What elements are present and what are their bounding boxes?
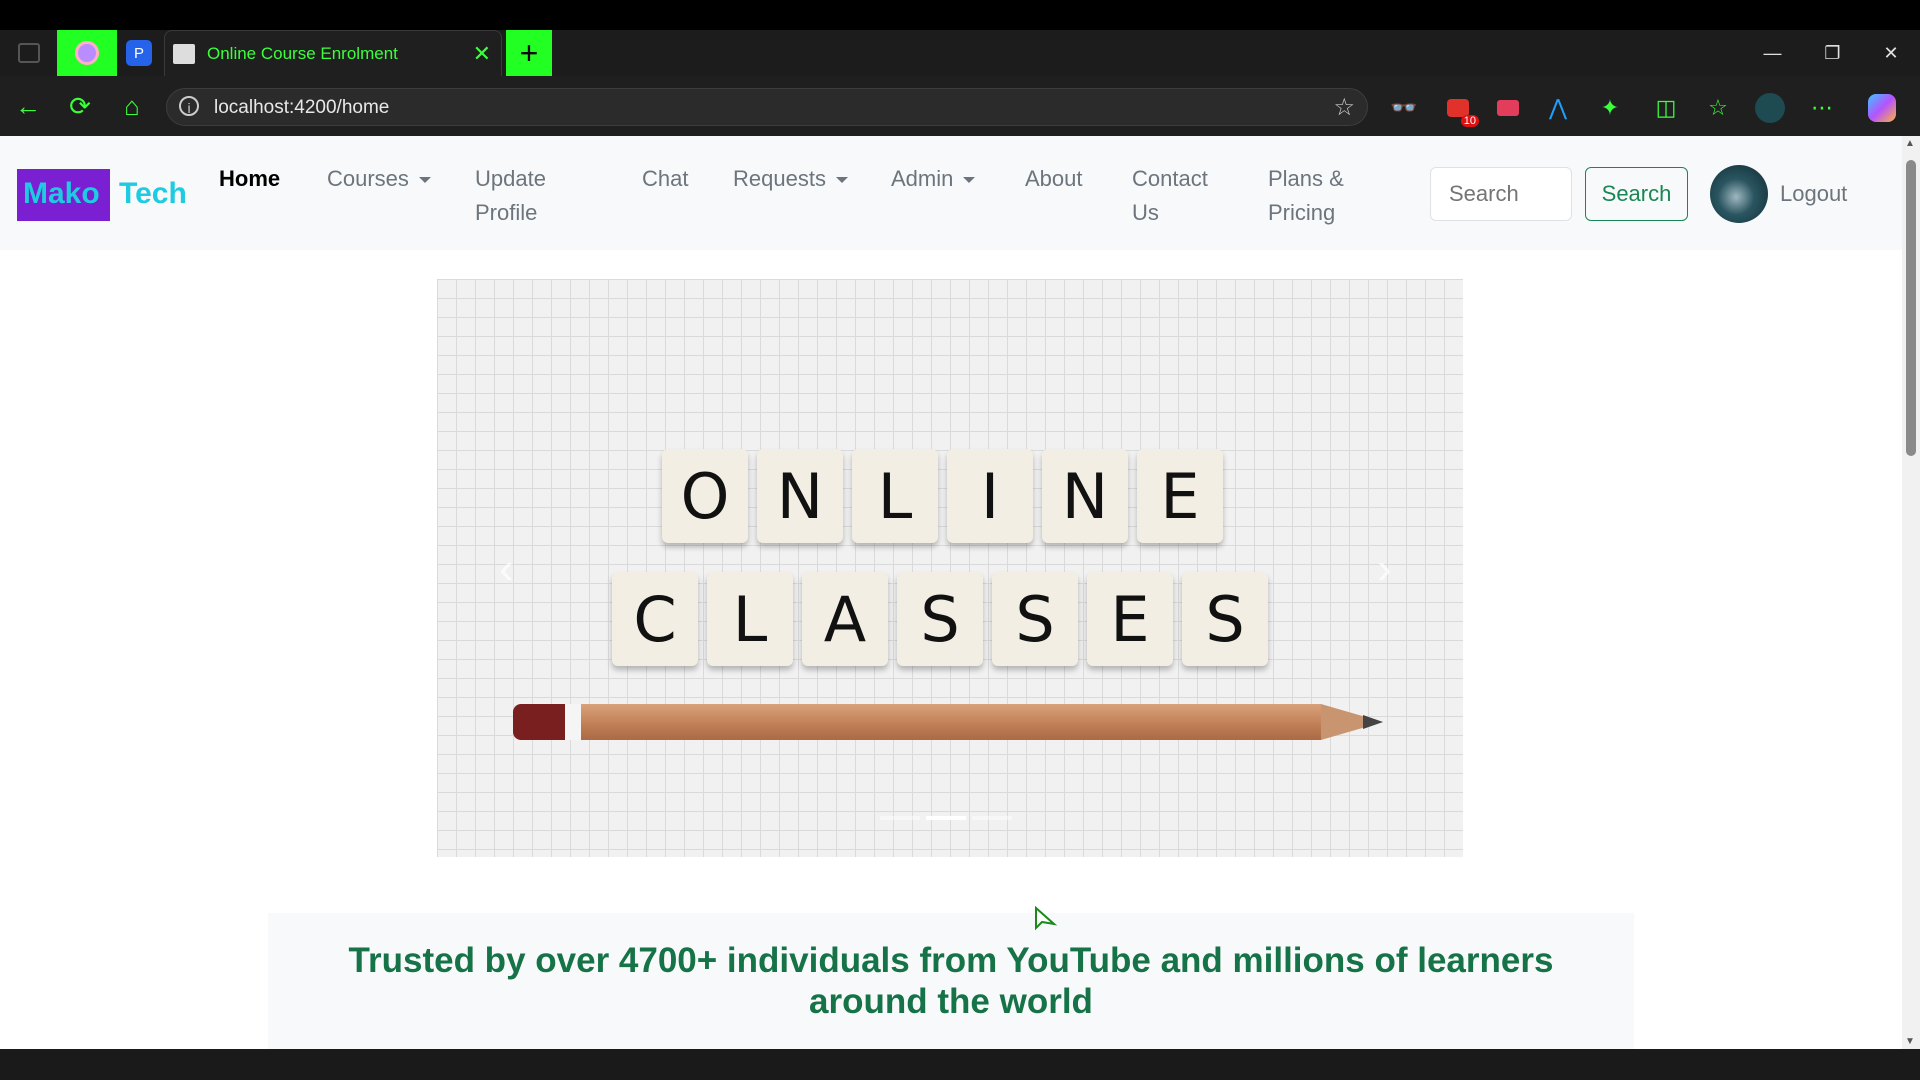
nav-plans-line1: Plans & bbox=[1268, 166, 1344, 191]
hero-carousel[interactable]: ONLINE CLASSES ‹ › bbox=[437, 279, 1463, 857]
extension-blue-icon[interactable]: ⋀ bbox=[1540, 90, 1576, 126]
tagline-text: Trusted by over 4700+ individuals from Y… bbox=[348, 941, 1554, 1021]
pencil-body bbox=[581, 704, 1321, 740]
nav-update-profile-line2: Profile bbox=[475, 200, 538, 225]
nav-requests-label: Requests bbox=[733, 166, 826, 191]
bottom-bar bbox=[0, 1049, 1920, 1080]
hero-letter-tile: A bbox=[802, 572, 888, 666]
hero-letter-tile: N bbox=[757, 449, 843, 543]
hero-letter-tile: C bbox=[612, 572, 698, 666]
logout-link[interactable]: Logout bbox=[1780, 177, 1847, 211]
nav-about[interactable]: About bbox=[1025, 162, 1083, 196]
copilot-icon[interactable] bbox=[1864, 90, 1900, 126]
hero-letter-tile: N bbox=[1042, 449, 1128, 543]
scrollbar-thumb[interactable] bbox=[1906, 160, 1916, 456]
tab-actions-icon[interactable] bbox=[14, 30, 44, 76]
close-window-icon[interactable]: ✕ bbox=[1883, 43, 1898, 64]
hero-letter-tile: L bbox=[707, 572, 793, 666]
nav-courses-label: Courses bbox=[327, 166, 409, 191]
carousel-prev-icon[interactable]: ‹ bbox=[499, 544, 514, 594]
site-favicon-icon bbox=[173, 43, 195, 64]
site-navbar: Mako Tech Home Courses Update Profile Ch… bbox=[0, 136, 1902, 250]
brand-logo-block[interactable]: Mako bbox=[17, 169, 110, 221]
browser-profile-avatar[interactable] bbox=[1752, 90, 1788, 126]
split-screen-icon[interactable]: ◫ bbox=[1648, 90, 1684, 126]
carousel-indicator[interactable] bbox=[926, 816, 966, 820]
close-tab-icon[interactable]: ✕ bbox=[473, 41, 491, 67]
home-icon: ⌂ bbox=[124, 90, 140, 121]
pencil-band bbox=[565, 704, 581, 740]
web-page: Mako Tech Home Courses Update Profile Ch… bbox=[0, 136, 1902, 1049]
favorite-star-icon[interactable]: ☆ bbox=[1333, 93, 1355, 122]
search-input[interactable] bbox=[1430, 167, 1572, 221]
nav-home[interactable]: Home bbox=[219, 162, 280, 196]
nav-requests[interactable]: Requests bbox=[733, 162, 848, 196]
hero-letter-tile: S bbox=[897, 572, 983, 666]
carousel-indicator[interactable] bbox=[972, 816, 1012, 820]
hero-letter-tile: L bbox=[852, 449, 938, 543]
restore-icon[interactable]: ❐ bbox=[1824, 43, 1840, 64]
nav-update-profile-line1: Update bbox=[475, 166, 546, 191]
nav-contact-line1: Contact bbox=[1132, 166, 1208, 191]
nav-chat[interactable]: Chat bbox=[642, 162, 688, 196]
new-tab-button[interactable]: + bbox=[506, 30, 552, 76]
reload-icon: ⟳ bbox=[69, 90, 91, 121]
user-avatar[interactable] bbox=[1710, 165, 1768, 223]
extension-count-badge: 10 bbox=[1460, 115, 1479, 127]
mouse-cursor-icon bbox=[1035, 906, 1058, 931]
hero-letter-tile: S bbox=[1182, 572, 1268, 666]
window-controls: — ❐ ✕ bbox=[1742, 30, 1920, 76]
scroll-down-icon[interactable]: ▼ bbox=[1905, 1036, 1915, 1047]
nav-admin[interactable]: Admin bbox=[891, 162, 976, 196]
hero-letter-tile: S bbox=[992, 572, 1078, 666]
reload-button[interactable]: ⟳ bbox=[60, 76, 100, 136]
nav-admin-label: Admin bbox=[891, 166, 954, 191]
scroll-up-icon[interactable]: ▲ bbox=[1905, 138, 1915, 149]
nav-contact-line2: Us bbox=[1132, 200, 1159, 225]
carousel-indicators bbox=[880, 816, 1020, 820]
minimize-icon[interactable]: — bbox=[1763, 43, 1781, 64]
back-button[interactable]: ← bbox=[8, 76, 48, 136]
courses-caret-icon bbox=[418, 177, 431, 184]
plus-icon: + bbox=[519, 34, 539, 71]
brand-right[interactable]: Tech bbox=[119, 177, 187, 211]
pencil-lead bbox=[1363, 715, 1383, 729]
nav-update-profile[interactable]: Update Profile bbox=[475, 162, 546, 230]
tagline-card: Trusted by over 4700+ individuals from Y… bbox=[268, 913, 1634, 1049]
pencil-eraser bbox=[513, 704, 565, 740]
nav-plans-line2: Pricing bbox=[1268, 200, 1336, 225]
carousel-next-icon[interactable]: › bbox=[1377, 544, 1392, 594]
more-menu-icon[interactable]: ⋯ bbox=[1804, 90, 1840, 126]
extension-badge-icon[interactable]: 10 bbox=[1440, 90, 1479, 127]
site-info-icon[interactable]: i bbox=[179, 96, 199, 116]
admin-caret-icon bbox=[963, 177, 976, 184]
tab-online-course-enrolment[interactable]: Online Course Enrolment ✕ bbox=[164, 30, 502, 76]
address-bar[interactable]: i localhost:4200/home ☆ bbox=[166, 88, 1368, 126]
hero-letter-tile: E bbox=[1137, 449, 1223, 543]
profile-tab[interactable]: P bbox=[124, 30, 154, 76]
hero-letter-tile: E bbox=[1087, 572, 1173, 666]
profile-tab-letter: P bbox=[126, 40, 152, 66]
requests-caret-icon bbox=[835, 177, 848, 184]
nav-courses[interactable]: Courses bbox=[327, 162, 431, 196]
hero-letter-tile: I bbox=[947, 449, 1033, 543]
hero-letter-tile: O bbox=[662, 449, 748, 543]
extension-red-icon[interactable] bbox=[1490, 90, 1526, 126]
brand-left: Mako bbox=[23, 177, 100, 210]
back-arrow-icon: ← bbox=[15, 90, 41, 121]
extensions-puzzle-icon[interactable]: ✦ bbox=[1592, 90, 1628, 126]
search-button[interactable]: Search bbox=[1585, 167, 1688, 221]
workspace-icon[interactable] bbox=[57, 30, 117, 76]
url-text: localhost:4200/home bbox=[214, 97, 390, 118]
extension-spy-icon[interactable]: 👓 bbox=[1386, 90, 1422, 126]
tab-title: Online Course Enrolment bbox=[207, 43, 398, 63]
nav-plans-pricing[interactable]: Plans & Pricing bbox=[1268, 162, 1344, 230]
carousel-indicator[interactable] bbox=[880, 816, 920, 820]
favorites-icon[interactable]: ☆ bbox=[1700, 90, 1736, 126]
page-scrollbar[interactable]: ▲ ▼ bbox=[1902, 136, 1920, 1049]
nav-contact-us[interactable]: Contact Us bbox=[1132, 162, 1208, 230]
home-button[interactable]: ⌂ bbox=[112, 76, 152, 136]
